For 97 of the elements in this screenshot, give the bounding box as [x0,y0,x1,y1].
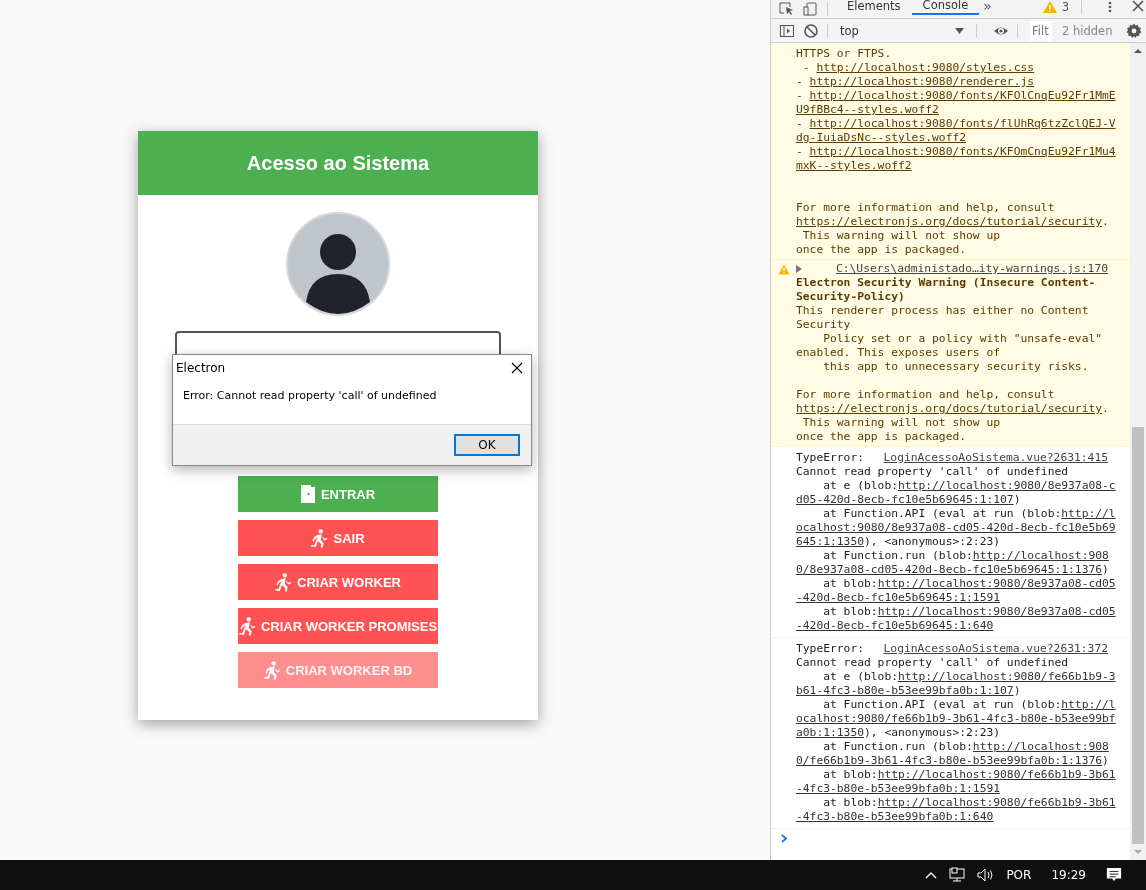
clear-icon[interactable] [803,22,819,39]
filter-field[interactable]: Filt [1030,20,1052,41]
console-text: For more information and help, consult [796,388,1056,402]
link[interactable]: -4fc3-b80e-b53ee99bfa0b:1:1591 [796,782,1001,795]
console-text: HTTPS or FTPS. [796,47,893,61]
console-text: b61-4fc3-b80e-b53ee99bfa0b:1:107) [796,684,1022,698]
console-text: 0/8e937a08-cd05-420d-8ecb-fc10e5b69645:1:1376) [796,563,1108,577]
console-text: - http://localhost:9080/styles.css [801,61,1036,75]
console-text: 0/fe66b1b9-3b61-4fc3-b80e-b53ee99bfa0b:1:1376) [796,754,1108,768]
link[interactable]: d05-420d-8ecb-fc10e5b69645:1:107 [796,493,1014,506]
link[interactable]: -4fc3-b80e-b53ee99bfa0b:1:640 [796,810,994,823]
console-text: a0b:1:1350), <anonymous>:2:23) [796,726,1002,740]
link[interactable]: 0/fe66b1b9-3b61-4fc3-b80e-b53ee99bfa0b:1:1376 [796,754,1103,767]
console-text: Electron Security Warning (Insecure Content- [796,276,1097,290]
link[interactable]: http://l [1061,507,1116,520]
console-text: This warning will not show up [801,416,1002,430]
console-text: Cannot read property 'call' of undefined [796,465,1070,479]
link[interactable]: https://electronjs.org/docs/tutorial/security [796,402,1103,415]
console-text: This warning will not show up [801,229,1002,243]
running-person-icon [263,660,280,680]
link[interactable]: http://localhost:9080/fonts/KFOmCnqEu92Fr1Mu4 [809,145,1116,158]
console-text: enabled. This exposes users of [796,346,1002,360]
running-person-icon [311,528,328,548]
console-text: This renderer process has either no Content [796,304,1090,318]
console-text: this app to unnecessary security risks. [822,360,1090,374]
link[interactable]: -420d-8ecb-fc10e5b69645:1:1591 [796,591,1001,604]
link[interactable]: http://localhost:9080/renderer.js [809,75,1035,88]
close-icon[interactable] [511,362,523,374]
inspect-icon[interactable] [779,2,795,16]
link[interactable]: http://localhost:9080/8e937a08-cd05 [877,605,1116,618]
error-label: TypeError: [796,642,864,656]
link[interactable]: https://electronjs.org/docs/tutorial/security [796,215,1103,228]
source-link[interactable]: C:\Users\administado…ity-warnings.js:170 [835,262,1108,276]
link[interactable]: http://l [1061,698,1116,711]
console-text: once the app is packaged. [796,243,968,257]
console-text: https://electronjs.org/docs/tutorial/security. [796,402,1108,416]
devtools-tab[interactable]: Console [911,0,980,15]
link[interactable]: http://localhost:9080/fe66b1b9-3 [898,670,1116,683]
language-indicator[interactable]: POR [1006,868,1032,882]
more-tabs-button[interactable]: » [983,0,992,14]
link[interactable]: 0/8e937a08-cd05-420d-8ecb-fc10e5b69645:1:1376 [796,563,1103,576]
link[interactable]: http://localhost:908 [972,549,1109,562]
console-text: https://electronjs.org/docs/tutorial/security. [796,215,1108,229]
scrollbar-thumb[interactable] [1132,427,1144,845]
link[interactable]: http://localhost:9080/8e937a08-cd05 [877,577,1116,590]
link[interactable]: dg-IuiaDsNc--styles.woff2 [796,131,967,144]
console-text: at Function.run (blob:http://localhost:908 [822,740,1108,754]
console-text: Security [796,318,852,332]
console-text: Security-Policy) [796,290,906,304]
console-text: Policy set or a policy with "unsafe-eval" [822,332,1104,346]
error-label: TypeError: [796,451,864,465]
link[interactable]: http://localhost:9080/fe66b1b9-3b61 [877,796,1116,809]
link[interactable]: http://localhost:908 [972,740,1109,753]
link[interactable]: http://localhost:9080/fe66b1b9-3b61 [877,768,1116,781]
ok-button[interactable]: OK [454,434,520,456]
link[interactable]: ocalhost:9080/8e937a08-cd05-420d-8ecb-fc10e5b69 [796,521,1116,534]
devtools-tab[interactable]: Elements [836,0,912,15]
device-icon[interactable] [803,2,819,16]
dialog-message: Error: Cannot read property 'call' of undefined [182,388,438,404]
prompt-chevron-icon [781,834,788,843]
console-text: at Function.run (blob:http://localhost:908 [822,549,1108,563]
console-text: once the app is packaged. [796,430,968,444]
link[interactable]: mxK--styles.woff2 [796,159,912,172]
source-link[interactable]: LoginAcessoAoSistema.vue?2631:415 [883,451,1108,465]
link[interactable]: http://localhost:9080/8e937a08-c [898,479,1116,492]
console-text: d05-420d-8ecb-fc10e5b69645:1:107) [796,493,1022,507]
link[interactable]: -420d-8ecb-fc10e5b69645:1:640 [796,619,994,632]
sidebar-icon[interactable] [779,22,795,39]
clock[interactable]: 19:29 [1051,868,1086,882]
console-text: 645:1:1350), <anonymous>:2:23) [796,535,1002,549]
running-person-icon [238,616,255,636]
warning-count: 3 [1061,0,1069,14]
link[interactable]: a0b:1:1350 [796,726,864,739]
console-text: For more information and help, consult [796,201,1056,215]
settings-icon[interactable] [1126,22,1143,39]
door-icon [300,485,315,503]
context-select[interactable]: top [836,23,968,38]
running-person-icon [275,572,291,592]
avatar-icon [286,212,390,316]
link[interactable]: http://localhost:9080/fonts/KFOlCnqEu92Fr1MmE [809,89,1116,102]
source-link[interactable]: LoginAcessoAoSistema.vue?2631:372 [883,642,1108,656]
dialog-title: Electron [176,361,226,375]
notification-icon[interactable] [1106,867,1122,883]
link[interactable]: http://localhost:9080/fonts/flUhRq6tzZclQEJ-V [809,117,1116,130]
network-icon[interactable] [948,867,967,883]
console-text: - http://localhost:9080/renderer.js [796,75,1036,89]
link[interactable]: http://localhost:9080/styles.css [816,61,1035,74]
close-icon[interactable] [1130,0,1146,14]
expand-arrow-icon[interactable] [796,265,802,273]
link[interactable]: b61-4fc3-b80e-b53ee99bfa0b:1:107 [796,684,1014,697]
caret-icon [955,27,964,34]
hidden-count: 2 hidden [1061,23,1114,38]
card-title: Acesso ao Sistema [138,131,538,195]
console-text: Cannot read property 'call' of undefined [796,656,1070,670]
link[interactable]: U9fBBc4--styles.woff2 [796,103,939,116]
link[interactable]: ocalhost:9080/fe66b1b9-3b61-4fc3-b80e-b53ee99bf [796,712,1116,725]
link[interactable]: 645:1:1350 [796,535,864,548]
